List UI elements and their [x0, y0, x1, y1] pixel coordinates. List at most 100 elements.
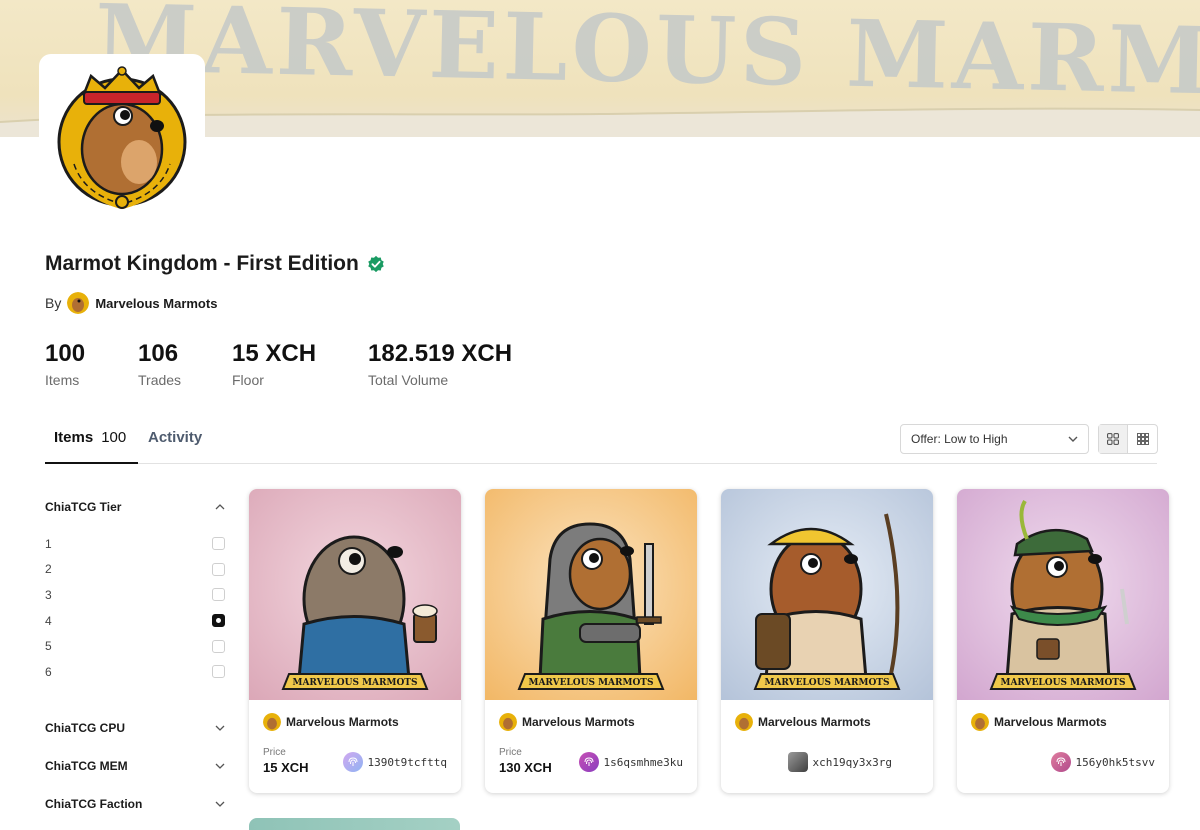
card-collection-name[interactable]: Marvelous Marmots — [994, 715, 1107, 729]
scroll-ribbon-text: MARVELOUS MARMOTS — [528, 678, 653, 688]
owner-address: 1390t9tcfttq — [367, 755, 447, 769]
chevron-down-icon — [1068, 436, 1078, 442]
card-price: Price 15 XCH — [263, 747, 309, 775]
stat-items: 100 Items — [45, 340, 138, 388]
collection-mini-avatar — [735, 713, 753, 731]
nft-image[interactable]: MARVELOUS MARMOTS — [249, 489, 461, 700]
tier-checkbox[interactable] — [212, 562, 225, 576]
filter-label: ChiaTCG CPU — [45, 720, 126, 735]
marmot-knight-art: MARVELOUS MARMOTS — [517, 522, 665, 690]
tier-option[interactable]: 3 — [45, 582, 225, 608]
filter-faction-header[interactable]: ChiaTCG Faction — [45, 785, 225, 823]
stat-value: 15 XCH — [232, 340, 317, 367]
fingerprint-icon — [578, 752, 599, 772]
card-owner[interactable]: 1s6qsmhme3ku — [578, 752, 683, 772]
chevron-down-icon — [215, 763, 225, 769]
marmot-with-mug-art: MARVELOUS MARMOTS — [281, 535, 438, 690]
stat-total-volume: 182.519 XCH Total Volume — [368, 340, 512, 388]
collection-avatar — [39, 54, 205, 220]
card-price: Price 130 XCH — [499, 747, 552, 775]
owner-address: 1s6qsmhme3ku — [603, 755, 683, 769]
scroll-ribbon-text: MARVELOUS MARMOTS — [764, 678, 889, 688]
tier-label: 2 — [45, 562, 52, 577]
stat-label: Total Volume — [368, 372, 449, 388]
tab-items[interactable]: Items 100 — [45, 424, 138, 464]
tab-activity[interactable]: Activity — [148, 424, 202, 464]
card-collection-row: Marvelous Marmots — [971, 713, 1155, 731]
sort-select[interactable]: Offer: Low to High — [900, 424, 1089, 454]
collection-mini-avatar — [971, 713, 989, 731]
sort-selected-value: Offer: Low to High — [911, 432, 1008, 446]
marmot-fisher-art: MARVELOUS MARMOTS — [753, 513, 901, 690]
collection-mini-avatar — [499, 713, 517, 731]
creator-link[interactable]: Marvelous Marmots — [95, 296, 217, 311]
filter-tier-header[interactable]: ChiaTCG Tier — [45, 498, 225, 516]
tab-label: Activity — [148, 429, 203, 446]
tier-checkbox[interactable] — [212, 588, 225, 602]
chevron-up-icon — [215, 504, 225, 510]
small-grid-button[interactable] — [1128, 425, 1157, 453]
tier-label: 4 — [45, 613, 52, 628]
grid-large-icon — [1107, 433, 1119, 445]
collection-mini-avatar — [263, 713, 281, 731]
collection-title-row: Marmot Kingdom - First Edition — [45, 252, 385, 276]
fingerprint-icon — [342, 752, 363, 772]
card-collection-name[interactable]: Marvelous Marmots — [286, 715, 399, 729]
filter-sidebar: ChiaTCG Tier 1 2 3 4 5 6 ChiaTCG CPU Chi… — [45, 498, 225, 830]
nft-image[interactable]: MARVELOUS MARMOTS — [721, 489, 933, 700]
card-collection-name[interactable]: Marvelous Marmots — [522, 715, 635, 729]
card-collection-name[interactable]: Marvelous Marmots — [758, 715, 871, 729]
card-owner[interactable]: xch19qy3x3rg — [787, 752, 892, 772]
tier-checkbox[interactable] — [212, 665, 225, 679]
tier-option[interactable]: 4 — [45, 608, 225, 634]
fingerprint-icon — [1050, 752, 1071, 772]
card-collection-row: Marvelous Marmots — [499, 713, 683, 731]
check-verified-icon — [368, 255, 384, 273]
large-grid-button[interactable] — [1099, 425, 1129, 453]
tier-option[interactable]: 6 — [45, 659, 225, 685]
tier-option[interactable]: 1 — [45, 531, 225, 557]
stat-label: Trades — [138, 372, 182, 388]
tier-label: 3 — [45, 587, 52, 602]
price-label: Price — [499, 747, 522, 758]
card-owner[interactable]: 156y0hk5tsvv — [1050, 752, 1155, 772]
grid-small-icon — [1136, 433, 1149, 445]
tier-options: 1 2 3 4 5 6 — [45, 531, 225, 685]
tab-count: 100 — [101, 429, 127, 446]
card-collection-row: Marvelous Marmots — [263, 713, 447, 731]
filter-label: ChiaTCG Faction — [45, 796, 143, 811]
filter-label: ChiaTCG Tier — [45, 500, 122, 514]
nft-card-partial[interactable] — [249, 818, 460, 830]
tier-label: 6 — [45, 664, 52, 679]
nft-card[interactable]: MARVELOUS MARMOTS Marvelous Marmots Pric… — [249, 489, 461, 793]
collection-stats: 100 Items 106 Trades 15 XCH Floor 182.51… — [45, 340, 512, 388]
creator-avatar[interactable] — [67, 292, 90, 314]
filter-mem-header[interactable]: ChiaTCG MEM — [45, 747, 225, 785]
nft-card[interactable]: MARVELOUS MARMOTS Marvelous Marmots xch1… — [721, 489, 933, 793]
card-owner[interactable]: 1390t9tcfttq — [342, 752, 447, 772]
tier-checkbox-checked[interactable] — [212, 614, 225, 628]
tab-label: Items — [54, 429, 94, 446]
nft-image[interactable]: MARVELOUS MARMOTS — [485, 489, 697, 700]
filter-label: ChiaTCG MEM — [45, 758, 128, 773]
nft-card[interactable]: MARVELOUS MARMOTS Marvelous Marmots 156y… — [957, 489, 1169, 793]
nft-card[interactable]: MARVELOUS MARMOTS Marvelous Marmots Pric… — [485, 489, 697, 793]
stat-value: 182.519 XCH — [368, 340, 513, 367]
filter-cpu-header[interactable]: ChiaTCG CPU — [45, 709, 225, 747]
tier-option[interactable]: 2 — [45, 557, 225, 583]
tier-label: 5 — [45, 639, 52, 654]
collection-title: Marmot Kingdom - First Edition — [45, 252, 359, 275]
crowned-marmot-logo — [57, 66, 187, 210]
owner-address: xch19qy3x3rg — [812, 755, 892, 769]
tier-option[interactable]: 5 — [45, 633, 225, 659]
chevron-down-icon — [215, 801, 225, 807]
tier-checkbox[interactable] — [212, 639, 225, 653]
stat-label: Items — [45, 372, 80, 388]
view-toggle — [1098, 424, 1158, 454]
price-value: 15 XCH — [263, 760, 309, 775]
by-label: By — [45, 295, 62, 311]
marmot-hunter-art: MARVELOUS MARMOTS — [989, 499, 1137, 690]
stat-floor: 15 XCH Floor — [232, 340, 368, 388]
nft-image[interactable]: MARVELOUS MARMOTS — [957, 489, 1169, 700]
tier-checkbox[interactable] — [212, 537, 225, 551]
